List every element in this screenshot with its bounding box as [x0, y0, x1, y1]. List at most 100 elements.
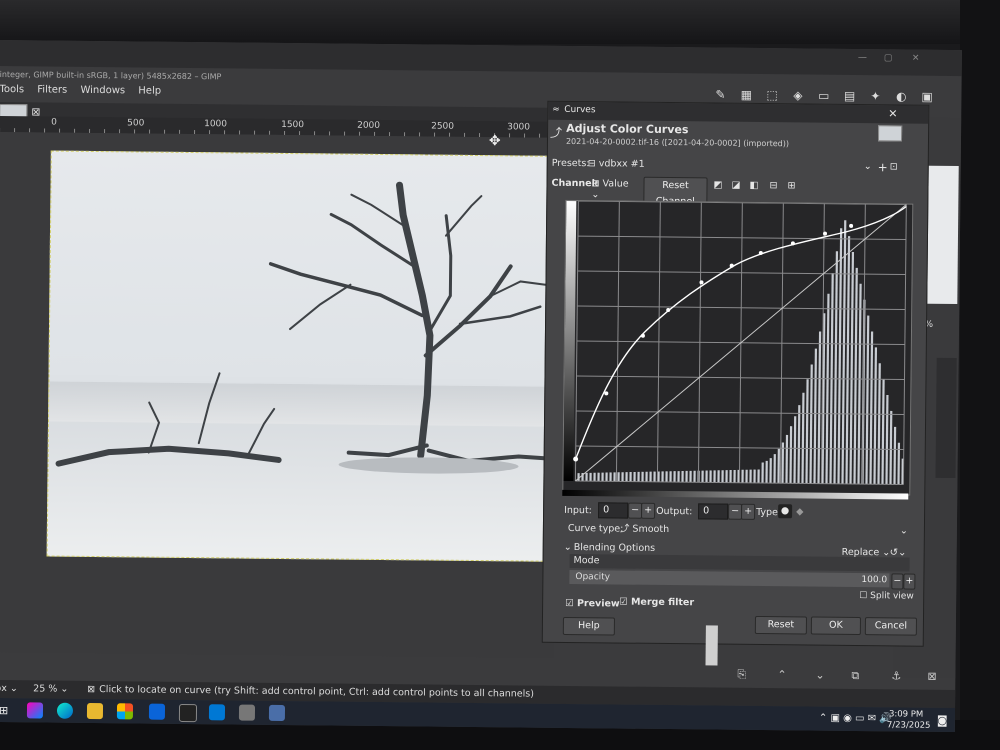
curve-view-icon[interactable]: ⊟	[769, 180, 777, 191]
new-layer-icon[interactable]: ⎘	[737, 668, 746, 682]
gimp-icon[interactable]	[238, 704, 256, 721]
file-explorer-icon[interactable]	[86, 702, 104, 720]
menu-help[interactable]: Help	[138, 85, 161, 96]
layers-icon[interactable]: ▤	[839, 89, 861, 103]
control-point[interactable]	[729, 263, 734, 268]
dock-scrollbar[interactable]	[935, 357, 957, 479]
channel-icon: ⊞	[591, 178, 600, 190]
maximize-icon[interactable]: ▢	[884, 53, 893, 63]
lower-layer-icon[interactable]: ⌄	[815, 669, 824, 682]
chevron-down-icon[interactable]: ⌄	[864, 161, 872, 172]
control-point[interactable]	[849, 223, 854, 228]
opacity-increment-button[interactable]: +	[903, 573, 916, 590]
chevron-down-icon[interactable]: ⌄	[900, 525, 908, 536]
tray-icons[interactable]: ⌃ ▣ ◉ ▭ ✉ 🔊	[819, 713, 892, 725]
smooth-point-icon[interactable]: ●	[778, 504, 793, 519]
grid-icon[interactable]: ▦	[735, 88, 757, 102]
brush-icon[interactable]: ✦	[864, 89, 886, 103]
minimize-icon[interactable]: —	[858, 53, 867, 63]
opacity-slider[interactable]: Opacity 100.0	[569, 569, 890, 588]
duplicate-layer-icon[interactable]: ⧉	[851, 669, 859, 683]
histogram-bar	[813, 348, 818, 484]
copilot-icon[interactable]	[26, 702, 44, 719]
menu-tools[interactable]: Tools	[0, 84, 24, 95]
histogram-bar	[837, 228, 843, 484]
dialog-header-label: Curves	[564, 104, 596, 116]
curve-type-dropdown[interactable]: ⤴ Smooth	[620, 521, 896, 538]
clock-date: 7/23/2025	[886, 720, 931, 731]
histogram-bar	[801, 392, 805, 484]
add-preset-icon[interactable]: +	[878, 160, 888, 174]
anchor-layer-icon[interactable]: ⚓	[891, 669, 901, 682]
histogram-bar	[709, 470, 712, 483]
mail-icon[interactable]	[148, 703, 166, 720]
preview-checkbox[interactable]: ☑ Preview	[565, 598, 620, 610]
unit-selector[interactable]: px ⌄	[0, 683, 18, 694]
control-point[interactable]	[573, 456, 579, 462]
menu-filters[interactable]: Filters	[37, 84, 67, 95]
histogram-bar	[621, 472, 624, 482]
vertical-scrollbar[interactable]	[705, 625, 718, 666]
histogram-bar	[705, 470, 708, 483]
paint-icon[interactable]: ◈	[787, 88, 809, 102]
panel-icon[interactable]: ▣	[916, 90, 938, 104]
curve-glyph-icon: ⤴	[549, 125, 563, 140]
presets-value: vdbxx #1	[598, 158, 645, 170]
reset-blend-icon[interactable]: ↺⌄	[890, 547, 907, 558]
help-button[interactable]: Help	[562, 616, 615, 636]
histogram-bar	[669, 471, 672, 483]
outlook-icon[interactable]	[208, 704, 226, 721]
gimp-second-icon[interactable]	[268, 704, 286, 722]
channel-dropdown[interactable]: ⊞ Value ⌄	[591, 178, 639, 201]
ruler-label: 3000	[507, 122, 531, 133]
histogram-bar	[809, 364, 813, 484]
preset-menu-icon[interactable]: ⊡	[890, 161, 898, 172]
dialog-close-icon[interactable]: ✕	[888, 107, 897, 120]
start-icon[interactable]: ⊞	[0, 704, 8, 717]
dialog-title: Adjust Color Curves	[566, 121, 689, 137]
selection-icon[interactable]: ⬚	[761, 88, 783, 102]
input-increment-button[interactable]: +	[641, 502, 656, 519]
close-icon[interactable]: ✕	[912, 54, 920, 64]
ok-button[interactable]: OK	[810, 616, 862, 636]
zoom-selector[interactable]: 25 % ⌄	[33, 683, 68, 694]
image-canvas[interactable]	[46, 150, 563, 562]
curve-grid-icon[interactable]: ⊞	[787, 180, 795, 191]
presets-row: Presets: ⊟ vdbxx #1 ⌄ + ⊡	[552, 158, 898, 178]
raise-layer-icon[interactable]: ⌃	[777, 668, 786, 681]
edge-icon[interactable]	[56, 702, 74, 719]
opacity-decrement-button[interactable]: −	[891, 573, 904, 590]
curve-graph-svg[interactable]	[563, 200, 912, 495]
histogram-bar	[677, 471, 680, 483]
photo-app-icon[interactable]	[178, 703, 198, 723]
histogram-bar	[825, 293, 830, 484]
merge-filter-checkbox[interactable]: ☑ Merge filter	[619, 597, 694, 609]
dialog-header: ≈ Curves ✕	[548, 101, 929, 124]
linear-histogram-icon[interactable]: ◩	[713, 179, 722, 190]
curve-graph[interactable]	[562, 199, 914, 496]
notification-icon[interactable]: ◙	[937, 714, 948, 727]
histogram-mode-icon[interactable]: ◧	[749, 180, 758, 191]
histogram-bar	[789, 426, 793, 484]
cancel-button[interactable]: Cancel	[864, 617, 918, 636]
histogram-bar	[593, 472, 596, 482]
output-increment-button[interactable]: +	[741, 503, 756, 520]
gradient-icon[interactable]: ▭	[813, 89, 835, 103]
dialog-subtitle: 2021-04-20-0002.tif-16 ([2021-04-20-0002…	[565, 136, 790, 149]
mask-icon[interactable]: ◐	[890, 89, 912, 103]
menu-windows[interactable]: Windows	[80, 85, 125, 96]
input-field[interactable]: 0	[598, 502, 629, 519]
expander-arrow-icon[interactable]: ⌄	[564, 542, 572, 553]
output-field[interactable]: 0	[698, 503, 729, 520]
histogram-bar	[665, 471, 668, 483]
log-histogram-icon[interactable]: ◪	[731, 180, 740, 191]
pencil-icon[interactable]: ✎	[709, 87, 731, 101]
histogram-bar	[773, 454, 776, 484]
delete-layer-icon[interactable]: ⊠	[927, 670, 936, 683]
split-view-checkbox[interactable]: ☐ Split view	[859, 591, 914, 602]
presets-dropdown[interactable]: ⊟ vdbxx #1	[588, 158, 858, 172]
store-icon[interactable]	[116, 703, 134, 720]
reset-button[interactable]: Reset	[754, 615, 808, 635]
corner-point-icon[interactable]: ◆	[796, 506, 803, 517]
blend-mode-dropdown[interactable]: Replace ⌄	[842, 547, 891, 559]
